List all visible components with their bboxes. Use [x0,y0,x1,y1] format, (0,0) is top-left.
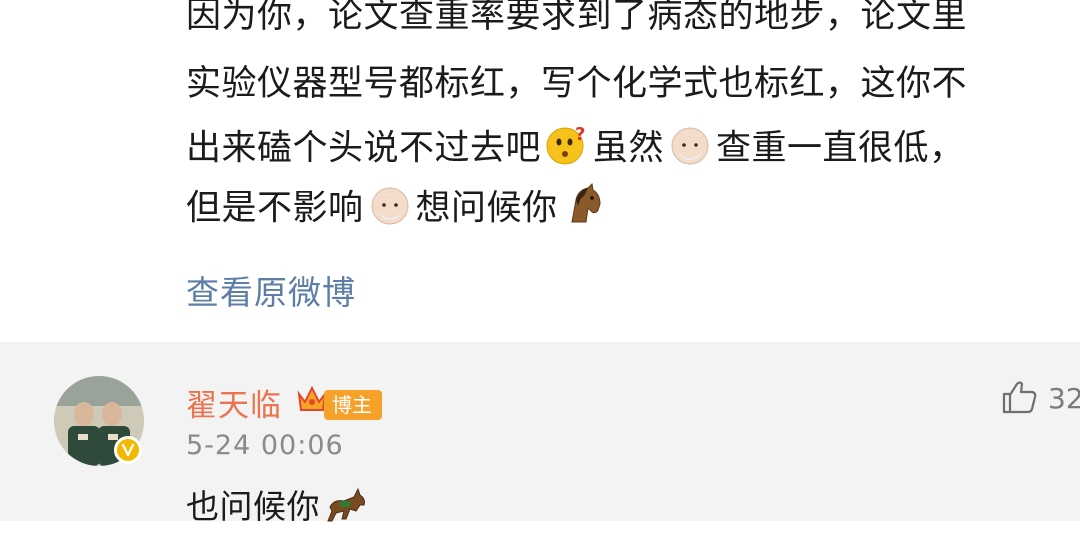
comment-username[interactable]: 翟天临 [186,380,282,425]
verified-badge-icon [114,436,142,464]
original-post: 因为你，论文查重率要求到了病态的地步，论文里 实验仪器型号都标红，写个化学式也标… [0,0,1080,340]
post-text-line-4: 但是不影响 想问候你 [186,182,610,237]
host-badge: 博主 [324,390,382,420]
post-text-line-2: 实验仪器型号都标红，写个化学式也标红，这你不 [186,64,968,104]
post-text-segment: 虽然 [593,128,665,169]
thinking-face-icon: ? [545,122,589,177]
reply-text: 也问候你 [186,487,320,526]
comment-item: 翟天临 博主 5-24 00:06 也问候你 32 [0,342,1080,526]
horse-face-icon [562,182,606,237]
post-text-segment: 出来磕个头说不过去吧 [186,128,542,169]
view-original-weibo-link[interactable]: 查看原微博 [186,266,356,314]
post-text-segment: 想问候你 [415,188,558,229]
old-man-face-icon [668,122,712,177]
post-text-segment: 查重一直很低， [716,128,965,169]
post-text-segment: 但是不影响 [186,188,364,229]
old-man-face-icon [368,182,412,237]
post-text-line-3: 出来磕个头说不过去吧? 虽然 查重一直很低， [186,122,965,177]
horse-icon [324,485,368,533]
like-count: 32 [1048,382,1080,415]
thumbs-up-icon[interactable] [1000,378,1038,420]
comment-reply-text: 也问候你 [186,480,372,533]
comment-timestamp: 5-24 00:06 [186,430,344,461]
post-text-line-1: 因为你，论文查重率要求到了病态的地步，论文里 [186,0,968,36]
svg-text:?: ? [575,124,586,145]
